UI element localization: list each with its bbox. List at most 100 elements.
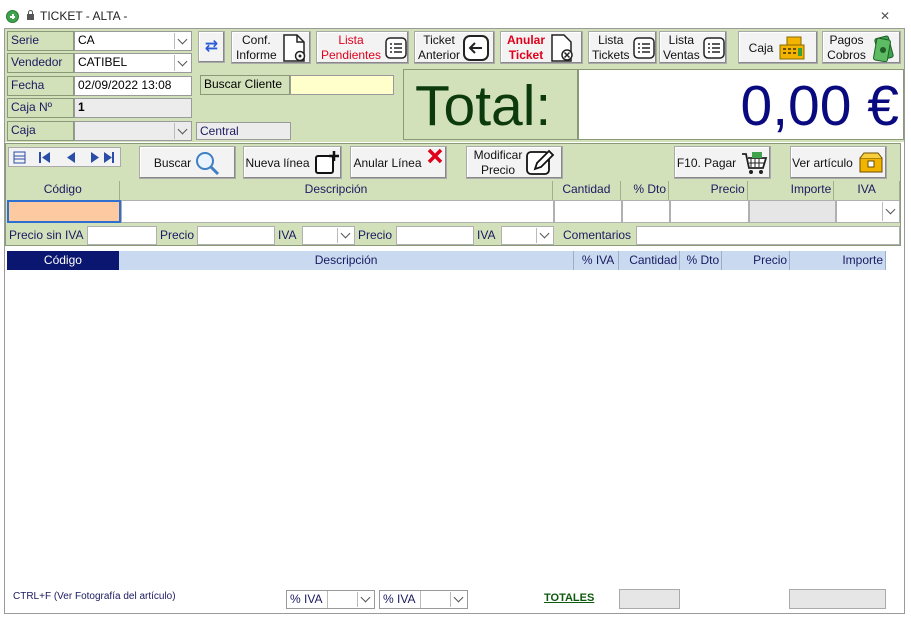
close-icon[interactable]: ✕ [880,9,890,23]
chevron-down-icon[interactable] [337,228,353,243]
total-label: Total: [415,74,552,138]
descripcion-input[interactable] [121,200,554,223]
chevron-down-icon[interactable] [536,228,552,243]
nueva-linea-label: Nueva línea [245,155,310,170]
entry-header: Código Descripción Cantidad % Dto Precio… [6,181,900,200]
cart-icon [742,151,768,174]
precio-input-2[interactable] [396,226,474,245]
caja-no-field: 1 [74,98,192,118]
dto-input[interactable] [622,200,670,223]
add-square-icon [314,150,339,174]
grid-col-cantidad[interactable]: Cantidad [619,251,681,270]
entry-col-importe: Importe [747,181,835,200]
footer-iva-select-2[interactable]: % IVA [379,590,468,609]
ticket-anterior-label-1: Ticket [423,32,455,47]
iva-label-1: IVA [275,226,302,245]
delete-icon [427,148,442,163]
precio-input-1[interactable] [197,226,275,245]
chevron-down-icon[interactable] [174,123,190,139]
app-icon [6,10,19,23]
vendedor-label: Vendedor [7,53,74,73]
lock-shackle [28,10,33,15]
ticket-anterior-button[interactable]: Ticket Anterior [414,31,495,64]
grid-col-descripcion[interactable]: Descripción [118,251,575,270]
caja-no-label: Caja Nº [7,98,74,118]
importe-field [749,200,836,223]
lista-tickets-button[interactable]: Lista Tickets [588,31,657,64]
conf-informe-label-2: Informe [236,47,277,62]
ver-articulo-button[interactable]: Ver artículo [790,146,887,179]
window-title: TICKET - ALTA - [40,9,128,23]
modificar-precio-button[interactable]: Modificar Precio [466,146,563,179]
total-value: 0,00 € [740,74,899,138]
grid-col-iva[interactable]: % IVA [574,251,620,270]
grid-col-codigo[interactable]: Código [7,251,119,270]
precio-input[interactable] [670,200,749,223]
buscar-label: Buscar [153,155,192,170]
modificar-precio-label-2: Precio [480,162,515,177]
lines-grid-header: Código Descripción % IVA Cantidad % Dto … [7,251,886,270]
serie-select[interactable]: CA [74,31,192,51]
lines-grid-body[interactable] [7,270,886,584]
precio-sin-iva-input[interactable] [87,226,157,245]
iva-select[interactable] [836,200,900,223]
pagos-cobros-label-1: Pagos [829,32,864,47]
conf-informe-label-1: Conf. [242,32,271,47]
grid-col-importe[interactable]: Importe [790,251,886,270]
footer-hint: CTRL+F (Ver Fotografía del artículo) [13,591,176,602]
anular-ticket-button[interactable]: Anular Ticket [500,31,583,64]
title-bar: TICKET - ALTA - ✕ [0,0,911,28]
codigo-input[interactable] [7,200,121,223]
footer-iva-select-1[interactable]: % IVA [286,590,375,609]
chevron-down-icon[interactable] [174,33,190,49]
grid-col-dto[interactable]: % Dto [680,251,723,270]
list-icon [632,36,655,59]
caja-select[interactable] [74,121,192,141]
precio-label-2: Precio [355,226,396,245]
chevron-down-icon[interactable] [174,55,190,71]
grid-col-precio[interactable]: Precio [722,251,791,270]
chevron-down-icon[interactable] [357,592,373,607]
edit-icon [526,149,555,175]
chevron-down-icon[interactable] [450,592,466,607]
buscar-button[interactable]: Buscar [139,146,236,179]
lista-ventas-button[interactable]: Lista Ventas [659,31,727,64]
document-gear-icon [282,33,305,62]
iva-label-2: IVA [474,226,501,245]
refresh-icon: ⇄ [204,38,219,55]
precio-sin-iva-label: Precio sin IVA [6,226,87,245]
money-icon [872,35,894,62]
entry-col-cantidad: Cantidad [552,181,622,200]
totales-field-1 [619,589,680,609]
lista-tickets-label-2: Tickets [592,47,630,62]
chevron-down-icon[interactable] [882,202,898,221]
total-label-panel: Total: [403,69,578,140]
nueva-linea-button[interactable]: Nueva línea [243,146,342,179]
lista-ventas-label-1: Lista [668,32,695,47]
cantidad-input[interactable] [554,200,622,223]
vendedor-value: CATIBEL [78,55,128,69]
lista-pendientes-button[interactable]: Lista Pendientes [316,31,409,64]
iva-select-1[interactable] [302,226,355,245]
buscar-cliente-input[interactable] [290,75,394,95]
caja-button[interactable]: Caja [738,31,818,64]
lista-tickets-label-1: Lista [598,32,624,47]
entry-col-precio: Precio [669,181,748,200]
footer-iva-label-1: % IVA [290,592,323,606]
fecha-label: Fecha [7,76,74,96]
pagar-label: F10. Pagar [676,155,737,170]
iva-select-2[interactable] [501,226,554,245]
anular-ticket-label-2: Ticket [508,47,544,62]
pagos-cobros-button[interactable]: Pagos Cobros [822,31,901,64]
pagar-button[interactable]: F10. Pagar [674,146,771,179]
conf-informe-button[interactable]: Conf. Informe [231,31,311,64]
anular-linea-button[interactable]: Anular Línea [350,146,447,179]
totales-field-2 [789,589,886,609]
refresh-button[interactable]: ⇄ [198,31,225,63]
first-record-icon[interactable] [9,148,122,168]
comentarios-input[interactable] [636,226,900,245]
caja-button-label: Caja [748,40,774,55]
lista-pendientes-label-2: Pendientes [321,47,382,62]
vendedor-select[interactable]: CATIBEL [74,53,192,73]
fecha-field[interactable]: 02/09/2022 13:08 [74,76,192,96]
